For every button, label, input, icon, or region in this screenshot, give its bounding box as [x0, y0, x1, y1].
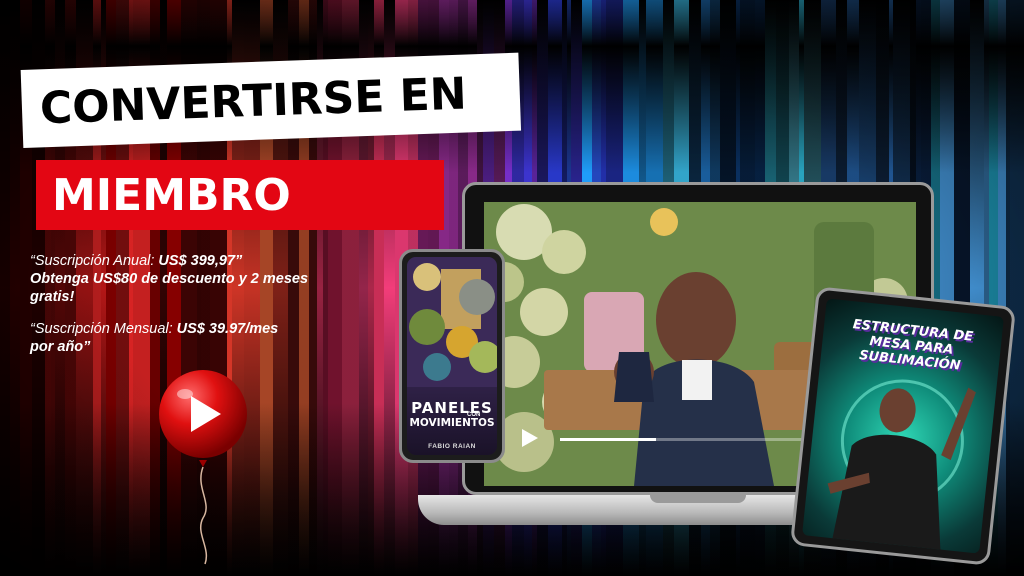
annual-offer: Obtenga US$80 de descuento y 2 meses gra…: [30, 271, 309, 305]
phone-cover-art: [407, 257, 497, 387]
monthly-prefix: “Suscripción Mensual:: [30, 321, 177, 337]
monthly-price: US$ 39.97/mes: [176, 321, 279, 337]
phone-cover-subtitle: MOVIMIENTOS: [409, 417, 495, 429]
tablet-cover-art: [827, 379, 976, 554]
play-balloon-icon[interactable]: [155, 368, 255, 568]
monthly-subscription-text: “Suscripción Mensual: US$ 39.97/mes por …: [30, 320, 350, 356]
video-progress-fill: [560, 438, 656, 441]
monthly-suffix: por año”: [30, 339, 91, 355]
phone-device: PANELES CON MOVIMIENTOS FABIO RAIAN: [399, 249, 505, 463]
annual-prefix: “Suscripción Anual:: [30, 253, 159, 269]
phone-cover-title: PANELES: [411, 399, 493, 417]
promo-banner: CONVERTIRSE EN MIEMBRO “Suscripción Anua…: [0, 0, 1024, 576]
tablet-screen: ESTRUCTURA DE MESA PARA SUBLIMACIÓN: [802, 298, 1004, 554]
headline-line-2: MIEMBRO: [36, 160, 444, 230]
annual-price: US$ 399,97”: [158, 253, 243, 269]
annual-subscription-text: “Suscripción Anual: US$ 399,97” Obtenga …: [30, 252, 320, 306]
laptop-notch: [650, 495, 746, 503]
video-play-icon[interactable]: [518, 427, 540, 449]
phone-cover-author: FABIO RAIAN: [428, 443, 476, 450]
phone-screen: PANELES CON MOVIMIENTOS FABIO RAIAN: [407, 257, 497, 455]
tablet-device: ESTRUCTURA DE MESA PARA SUBLIMACIÓN: [789, 286, 1017, 566]
